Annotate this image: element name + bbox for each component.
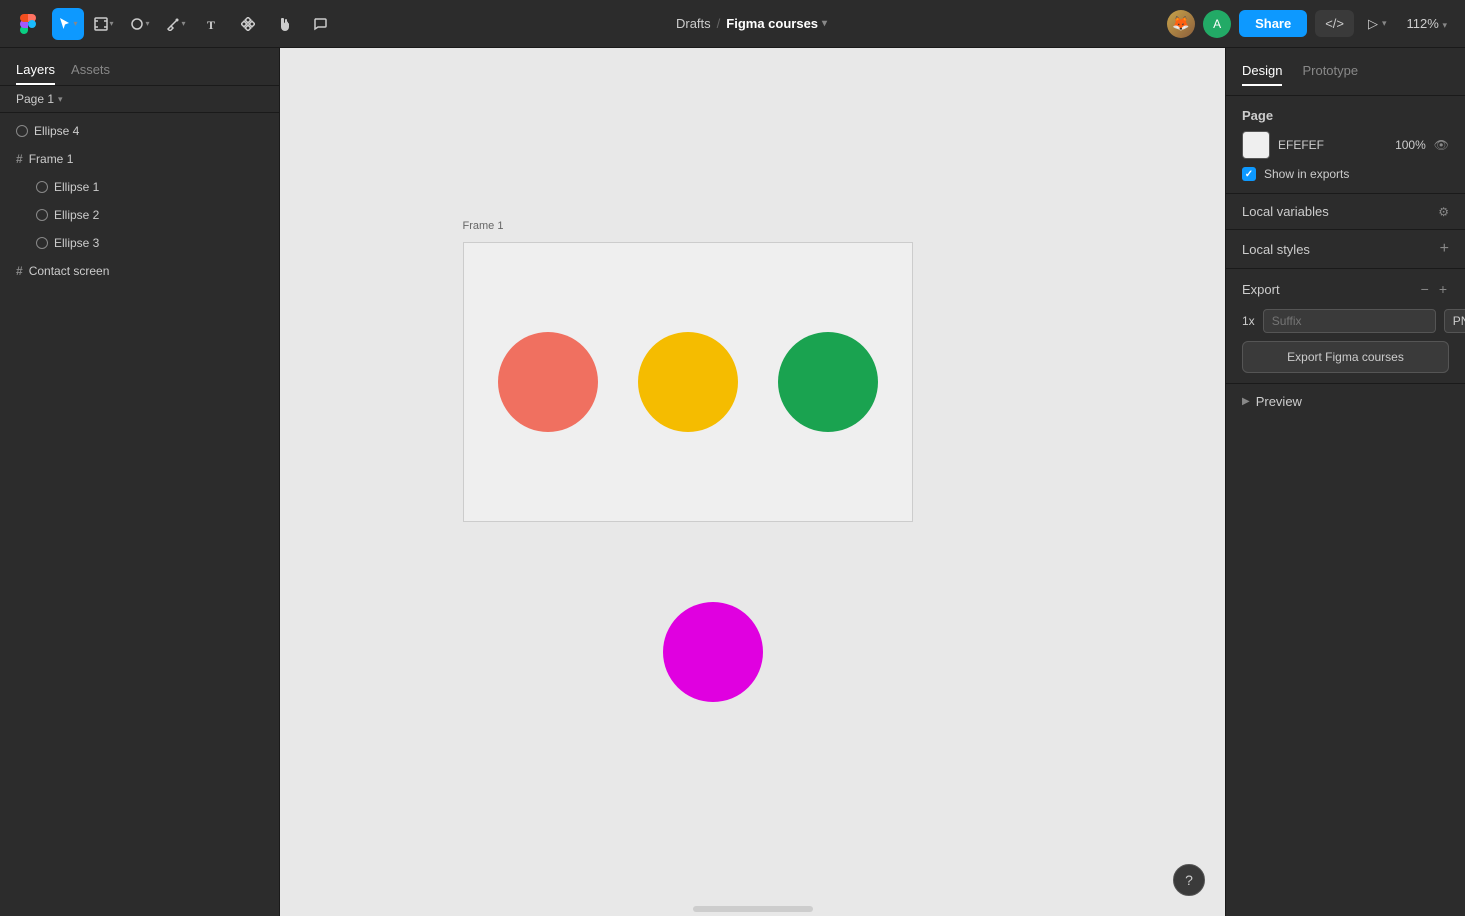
help-button[interactable]: ? [1173, 864, 1205, 896]
export-suffix-input[interactable] [1263, 309, 1436, 333]
main-content: Layers Assets Page 1 ▾ Ellipse 4 # Frame… [0, 48, 1465, 916]
export-actions: − + [1419, 279, 1449, 299]
comment-tool[interactable] [304, 8, 336, 40]
ellipse2-circle [638, 332, 738, 432]
ellipse4-circle[interactable] [663, 602, 763, 702]
hand-tool[interactable] [268, 8, 300, 40]
code-button[interactable]: </> [1315, 10, 1354, 37]
horizontal-scrollbar[interactable] [693, 906, 813, 912]
tab-assets[interactable]: Assets [71, 56, 110, 85]
local-styles-label: Local styles [1242, 242, 1310, 257]
export-section: Export − + 1x PNG ▾ ••• Export Figma cou… [1226, 269, 1465, 384]
canvas-inner: Frame 1 [280, 48, 1225, 916]
canvas-wrapper: Frame 1 [403, 182, 1103, 782]
page-section: Page EFEFEF 100% 👁 Show in exports [1226, 96, 1465, 194]
show-exports-checkbox[interactable] [1242, 167, 1256, 181]
toolbar-left: ▾ ▾ ▾ ▾ T [12, 8, 336, 40]
component-tool[interactable] [232, 8, 264, 40]
frame-label: Frame 1 [463, 220, 504, 232]
left-sidebar: Layers Assets Page 1 ▾ Ellipse 4 # Frame… [0, 48, 280, 916]
preview-expand-arrow: ▶ [1242, 396, 1250, 407]
page-color-swatch[interactable] [1242, 131, 1270, 159]
shape-tool-arrow: ▾ [145, 19, 149, 28]
pen-tool-arrow: ▾ [181, 19, 185, 28]
breadcrumb-project[interactable]: Figma courses ▾ [726, 16, 827, 31]
breadcrumb-separator: / [717, 16, 721, 31]
toolbar-right: 🦊 A Share </> ▷ ▾ 112% ▾ [1167, 10, 1453, 38]
layer-item-contact-screen[interactable]: # Contact screen [0, 257, 279, 285]
svg-text:T: T [207, 18, 215, 31]
export-scale: 1x [1242, 314, 1255, 328]
share-button[interactable]: Share [1239, 10, 1307, 37]
tab-prototype[interactable]: Prototype [1302, 57, 1358, 86]
select-tool-arrow: ▾ [73, 19, 77, 28]
export-minus-button[interactable]: − [1419, 279, 1431, 299]
ellipse-icon [36, 181, 48, 193]
page-section-label: Page [1242, 108, 1449, 123]
play-button[interactable]: ▷ ▾ [1362, 12, 1393, 36]
export-button[interactable]: Export Figma courses [1242, 341, 1449, 373]
layer-item-ellipse4[interactable]: Ellipse 4 [0, 117, 279, 145]
ellipse4-wrapper [663, 602, 763, 702]
breadcrumb: Drafts / Figma courses ▾ [676, 16, 827, 31]
sidebar-tabs: Layers Assets [0, 48, 279, 86]
frame-tool-arrow: ▾ [109, 19, 113, 28]
frame1-wrapper: Frame 1 [463, 242, 913, 522]
local-variables-row[interactable]: Local variables ⚙ [1226, 194, 1465, 230]
visibility-icon[interactable]: 👁 [1434, 138, 1449, 152]
page-selector[interactable]: Page 1 ▾ [0, 86, 279, 113]
layer-item-ellipse2[interactable]: Ellipse 2 [0, 201, 279, 229]
tab-design[interactable]: Design [1242, 57, 1282, 86]
frame-icon: # [16, 152, 23, 166]
breadcrumb-drafts[interactable]: Drafts [676, 16, 711, 31]
ellipse-icon [16, 125, 28, 137]
local-variables-label: Local variables [1242, 204, 1329, 219]
zoom-control[interactable]: 112% ▾ [1401, 12, 1453, 35]
canvas-area[interactable]: Frame 1 ? [280, 48, 1225, 916]
local-styles-row: Local styles + [1226, 230, 1465, 269]
user-avatar[interactable]: 🦊 [1167, 10, 1195, 38]
page-color-row: EFEFEF 100% 👁 [1242, 131, 1449, 159]
select-tool[interactable]: ▾ [52, 8, 84, 40]
frame-icon: # [16, 264, 23, 278]
layer-item-ellipse3[interactable]: Ellipse 3 [0, 229, 279, 257]
ellipse3-circle [778, 332, 878, 432]
page-color-opacity: 100% [1386, 138, 1426, 152]
toolbar: ▾ ▾ ▾ ▾ T [0, 0, 1465, 48]
preview-row[interactable]: ▶ Preview [1226, 384, 1465, 419]
right-sidebar: Design Prototype Page EFEFEF 100% 👁 Show… [1225, 48, 1465, 916]
add-local-style-icon[interactable]: + [1440, 240, 1449, 258]
ellipse1-circle [498, 332, 598, 432]
show-exports-row: Show in exports [1242, 167, 1449, 181]
tab-layers[interactable]: Layers [16, 56, 55, 85]
collaborator-avatar: A [1203, 10, 1231, 38]
layer-item-frame1[interactable]: # Frame 1 [0, 145, 279, 173]
frame-box[interactable] [463, 242, 913, 522]
export-format-selector[interactable]: PNG ▾ [1444, 309, 1465, 333]
export-label: Export [1242, 282, 1280, 297]
export-config-row: 1x PNG ▾ ••• [1242, 309, 1449, 333]
frame-tool[interactable]: ▾ [88, 8, 120, 40]
toolbar-center: Drafts / Figma courses ▾ [340, 16, 1163, 31]
ellipse-icon [36, 237, 48, 249]
export-header: Export − + [1242, 279, 1449, 299]
shape-tool[interactable]: ▾ [124, 8, 156, 40]
layer-list: Ellipse 4 # Frame 1 Ellipse 1 Ellipse 2 … [0, 113, 279, 916]
export-plus-button[interactable]: + [1437, 279, 1449, 299]
page-color-hex: EFEFEF [1278, 138, 1378, 152]
sliders-icon[interactable]: ⚙ [1438, 205, 1449, 219]
right-tabs: Design Prototype [1226, 48, 1465, 96]
text-tool[interactable]: T [196, 8, 228, 40]
pen-tool[interactable]: ▾ [160, 8, 192, 40]
figma-logo[interactable] [12, 8, 44, 40]
preview-label: Preview [1256, 394, 1302, 409]
show-exports-label: Show in exports [1264, 167, 1349, 181]
ellipse-icon [36, 209, 48, 221]
layer-item-ellipse1[interactable]: Ellipse 1 [0, 173, 279, 201]
